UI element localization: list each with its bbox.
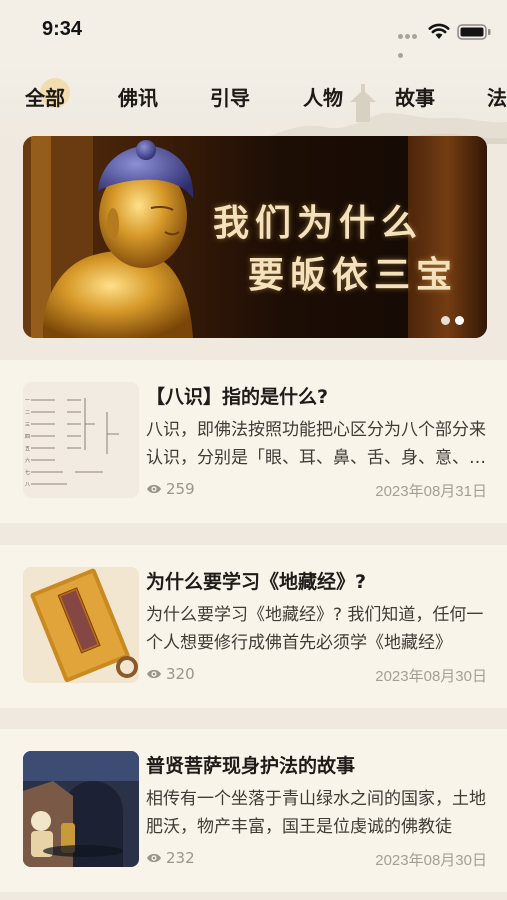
story-scene-image: [23, 751, 139, 867]
article-date: 2023年08月30日: [375, 852, 487, 869]
banner-title-line2: 要皈依三宝: [248, 254, 459, 296]
tab-people[interactable]: 人物: [303, 82, 343, 114]
svg-text:五: 五: [25, 446, 30, 452]
carousel-indicator: [441, 316, 469, 326]
views-number: 232: [166, 849, 195, 867]
sutra-book-image: [23, 567, 139, 683]
tab-stories[interactable]: 故事: [395, 82, 435, 114]
svg-text:七: 七: [25, 469, 30, 476]
battery-icon: [457, 24, 491, 40]
tab-guide[interactable]: 引导: [210, 82, 250, 114]
status-bar: 9:34: [0, 0, 507, 62]
article-card[interactable]: 一二三四 五六七八 【八识】指的是什么? 八识，即佛法按照功能把心区分为八个部分…: [0, 360, 507, 523]
eye-icon: [147, 853, 161, 863]
article-thumbnail: [23, 751, 139, 867]
banner-title-line1: 我们为什么: [213, 202, 424, 244]
article-date: 2023年08月31日: [375, 483, 487, 500]
article-description: 八识，即佛法按照功能把心区分为八个部分来认识，分别是「眼、耳、鼻、舌、身、意、末…: [146, 420, 486, 468]
svg-text:二: 二: [25, 410, 30, 416]
views-number: 320: [166, 665, 195, 683]
article-title: 【八识】指的是什么?: [146, 386, 329, 408]
svg-text:六: 六: [25, 457, 30, 464]
svg-text:四: 四: [25, 434, 30, 440]
views-number: 259: [166, 480, 195, 498]
article-description: 为什么要学习《地藏经》? 我们知道，任何一个人想要修行成佛首先必须学《地藏经》: [146, 605, 484, 653]
tab-all[interactable]: 全部: [25, 82, 65, 114]
wifi-icon: [428, 23, 450, 39]
category-tabs: 全部 佛讯 引导 人物 故事 法: [0, 62, 507, 144]
article-thumbnail: [23, 567, 139, 683]
article-card[interactable]: 为什么要学习《地藏经》? 为什么要学习《地藏经》? 我们知道，任何一个人想要修行…: [0, 545, 507, 708]
mountain-temple-decoration: [250, 84, 507, 144]
article-thumbnail: 一二三四 五六七八: [23, 382, 139, 498]
svg-text:三: 三: [25, 422, 30, 428]
eye-icon: [147, 484, 161, 494]
article-title: 普贤菩萨现身护法的故事: [146, 755, 356, 777]
banner-carousel[interactable]: 我们为什么 要皈依三宝: [23, 136, 487, 338]
signal-dots-icon: [398, 34, 424, 58]
article-date: 2023年08月30日: [375, 668, 487, 685]
svg-text:一: 一: [25, 398, 30, 404]
status-time: 9:34: [42, 18, 83, 40]
svg-text:八: 八: [25, 482, 30, 488]
article-description: 相传有一个坐落于青山绿水之间的国家，土地肥沃，物产丰富，国王是位虔诚的佛教徒: [146, 789, 486, 837]
eye-icon: [147, 669, 161, 679]
article-title: 为什么要学习《地藏经》?: [146, 571, 367, 593]
carousel-dot-1[interactable]: [441, 316, 450, 325]
carousel-dot-2[interactable]: [455, 316, 464, 325]
article-card[interactable]: 普贤菩萨现身护法的故事 相传有一个坐落于青山绿水之间的国家，土地肥沃，物产丰富，…: [0, 729, 507, 892]
eight-consciousness-diagram: 一二三四 五六七八: [23, 382, 139, 498]
tab-news[interactable]: 佛讯: [118, 82, 158, 114]
tab-dharma[interactable]: 法: [487, 82, 507, 114]
